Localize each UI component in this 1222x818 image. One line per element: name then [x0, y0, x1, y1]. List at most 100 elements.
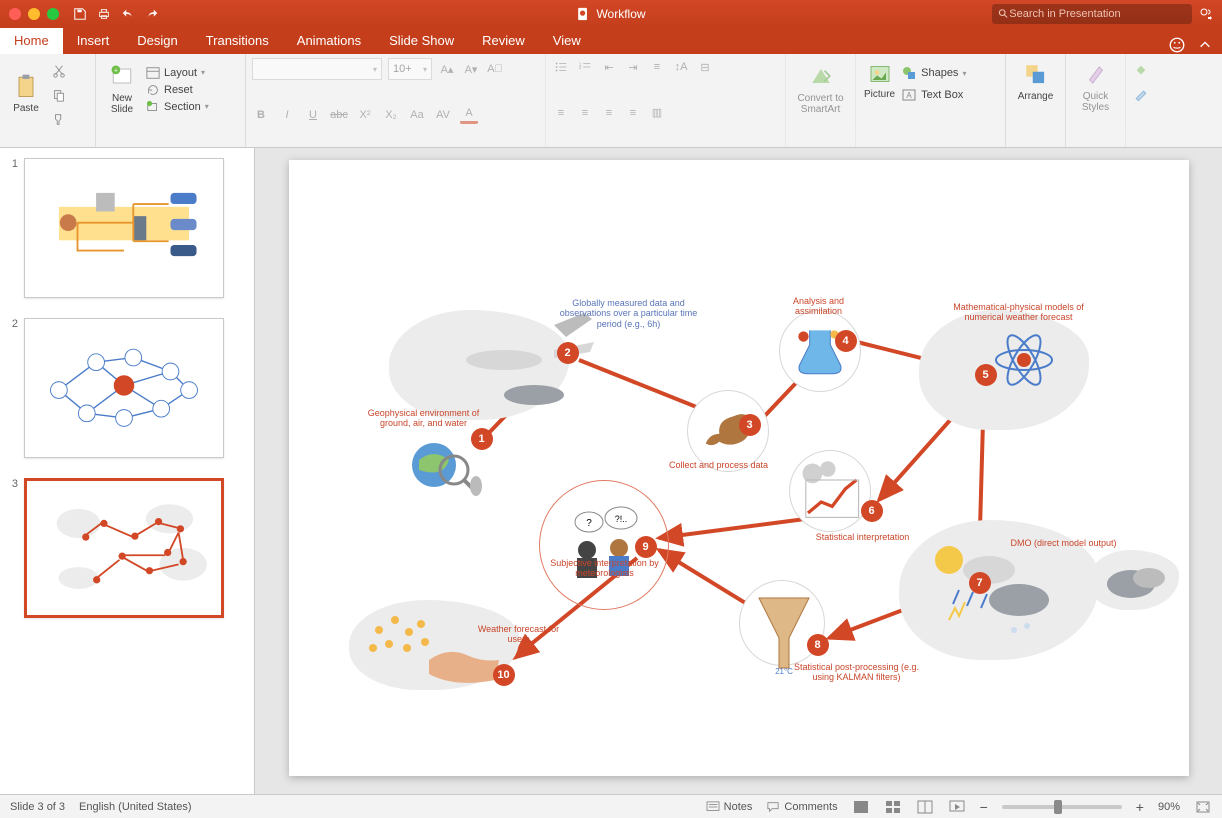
notes-icon [706, 801, 720, 813]
sorter-view-button[interactable] [884, 800, 902, 814]
convert-smartart-button[interactable]: Convert to SmartArt [792, 58, 849, 119]
zoom-window[interactable] [47, 8, 59, 20]
zoom-level[interactable]: 90% [1158, 801, 1180, 813]
decrease-font-icon[interactable]: A▾ [462, 60, 480, 78]
clear-format-icon[interactable]: A⃠ [486, 60, 504, 78]
tab-home[interactable]: Home [0, 28, 63, 54]
layout-icon [146, 66, 160, 80]
align-text-button[interactable]: ⊟ [696, 58, 714, 76]
slideshow-view-button[interactable] [948, 800, 966, 814]
tab-design[interactable]: Design [123, 28, 191, 54]
numbering-button[interactable]: 12 [576, 58, 594, 76]
zoom-slider[interactable] [1002, 805, 1122, 809]
node-2: 2 [557, 342, 579, 364]
zoom-in-button[interactable]: + [1136, 799, 1144, 815]
label-3: Collect and process data [659, 460, 779, 470]
shapes-icon [901, 65, 917, 81]
arrange-button[interactable]: Arrange [1012, 58, 1059, 106]
share-icon[interactable] [1198, 6, 1214, 22]
label-5: Mathematical-physical models of numerica… [939, 302, 1099, 323]
normal-view-button[interactable] [852, 800, 870, 814]
justify-button[interactable]: ≡ [624, 104, 642, 122]
textbox-button[interactable]: AText Box [901, 87, 966, 103]
ribbon: Paste + New Slide Layout ▾ Reset Section… [0, 54, 1222, 148]
thumb-number: 3 [6, 478, 18, 618]
search-input[interactable] [1009, 8, 1186, 20]
font-size-select[interactable]: 10+▾ [388, 58, 432, 80]
strike-button[interactable]: abc [330, 106, 348, 124]
slide[interactable]: 21°C ??!.. 1 2 3 4 5 6 7 8 9 10 Geophysi… [289, 160, 1189, 776]
window-title: Workflow [576, 7, 645, 21]
bold-button[interactable]: B [252, 106, 270, 124]
tab-insert[interactable]: Insert [63, 28, 124, 54]
cut-button[interactable] [50, 62, 68, 80]
increase-indent-button[interactable]: ⇥ [624, 58, 642, 76]
slide-thumb-3[interactable] [24, 478, 224, 618]
underline-button[interactable]: U [304, 106, 322, 124]
paste-button[interactable]: Paste [6, 68, 46, 118]
arrange-icon [1023, 62, 1049, 88]
language-indicator[interactable]: English (United States) [79, 801, 192, 813]
shape-fill-button[interactable] [1132, 62, 1150, 80]
superscript-button[interactable]: X² [356, 106, 374, 124]
tab-review[interactable]: Review [468, 28, 539, 54]
close-window[interactable] [9, 8, 21, 20]
save-icon[interactable] [73, 7, 87, 21]
collapse-ribbon-icon[interactable] [1198, 38, 1212, 52]
redo-icon[interactable] [145, 7, 159, 21]
smiley-feedback-icon[interactable] [1168, 36, 1186, 54]
shapes-button[interactable]: Shapes ▾ [901, 65, 966, 81]
shape-outline-button[interactable] [1132, 86, 1150, 104]
cloud-extra-icon [1101, 556, 1171, 606]
slide-thumb-1[interactable] [24, 158, 224, 298]
text-direction-button[interactable]: ↕A [672, 58, 690, 76]
align-left-button[interactable]: ≡ [552, 104, 570, 122]
copy-button[interactable] [50, 86, 68, 104]
layout-button[interactable]: Layout ▾ [146, 66, 209, 80]
change-case-button[interactable]: Aa [408, 106, 426, 124]
slide-canvas-area[interactable]: 21°C ??!.. 1 2 3 4 5 6 7 8 9 10 Geophysi… [255, 148, 1222, 794]
node-4: 4 [835, 330, 857, 352]
decrease-indent-button[interactable]: ⇤ [600, 58, 618, 76]
search-box[interactable] [992, 4, 1192, 24]
node-6: 6 [861, 500, 883, 522]
font-select[interactable]: ▾ [252, 58, 382, 80]
undo-icon[interactable] [121, 7, 135, 21]
tab-animations[interactable]: Animations [283, 28, 375, 54]
hand-stars-icon [359, 610, 509, 690]
format-painter-button[interactable] [50, 110, 68, 128]
char-spacing-button[interactable]: AV [434, 106, 452, 124]
fit-window-button[interactable] [1194, 800, 1212, 814]
slide-thumb-2[interactable] [24, 318, 224, 458]
picture-button[interactable]: Picture [862, 58, 897, 104]
align-right-button[interactable]: ≡ [600, 104, 618, 122]
quick-styles-button[interactable]: Quick Styles [1072, 58, 1119, 117]
section-button[interactable]: Section ▾ [146, 100, 209, 114]
new-slide-icon: + [108, 62, 136, 90]
comments-toggle[interactable]: Comments [766, 801, 837, 813]
reset-icon [146, 83, 160, 97]
tab-transitions[interactable]: Transitions [192, 28, 283, 54]
zoom-out-button[interactable]: − [980, 799, 988, 815]
label-8: Statistical post-processing (e.g. using … [787, 662, 927, 683]
tab-slideshow[interactable]: Slide Show [375, 28, 468, 54]
reading-view-button[interactable] [916, 800, 934, 814]
print-icon[interactable] [97, 7, 111, 21]
columns-button[interactable]: ▥ [648, 104, 666, 122]
line-spacing-button[interactable]: ≡ [648, 58, 666, 76]
bullets-button[interactable] [552, 58, 570, 76]
tab-view[interactable]: View [539, 28, 595, 54]
font-color-button[interactable]: A [460, 106, 478, 124]
increase-font-icon[interactable]: A▴ [438, 60, 456, 78]
node-8: 8 [807, 634, 829, 656]
picture-icon [868, 62, 892, 86]
reset-button[interactable]: Reset [146, 83, 209, 97]
notes-toggle[interactable]: Notes [706, 801, 753, 813]
italic-button[interactable]: I [278, 106, 296, 124]
node-10: 10 [493, 664, 515, 686]
align-center-button[interactable]: ≡ [576, 104, 594, 122]
subscript-button[interactable]: X₂ [382, 106, 400, 124]
node-3: 3 [739, 414, 761, 436]
minimize-window[interactable] [28, 8, 40, 20]
new-slide-button[interactable]: + New Slide [102, 58, 142, 119]
